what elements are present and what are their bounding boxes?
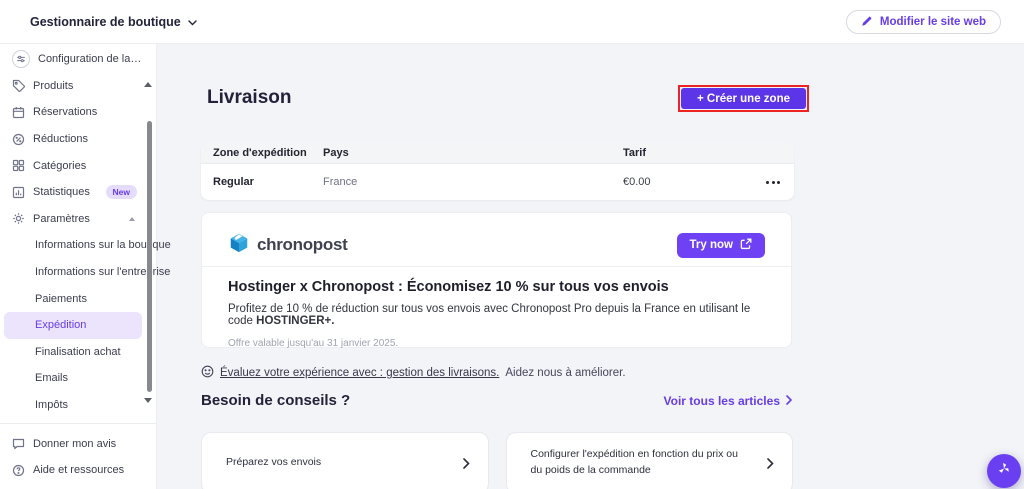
gear-icon bbox=[12, 212, 25, 225]
sliders-icon bbox=[12, 50, 30, 68]
try-now-button[interactable]: Try now bbox=[677, 233, 765, 258]
calendar-icon bbox=[12, 106, 25, 119]
chronopost-logo-icon bbox=[228, 232, 250, 259]
column-header-rate: Tarif bbox=[611, 147, 756, 159]
percent-circle-icon bbox=[12, 133, 25, 146]
edit-website-button[interactable]: Modifier le site web bbox=[846, 10, 1001, 34]
sidebar-item-discounts[interactable]: Réductions bbox=[0, 126, 156, 153]
sidebar-item-label: Réductions bbox=[33, 133, 88, 145]
scrollbar-up-arrow[interactable] bbox=[144, 82, 152, 87]
sidebar-subitem-taxes[interactable]: Impôts bbox=[0, 392, 156, 419]
advice-cards: Préparez vos envois Configurer l'expédit… bbox=[201, 432, 793, 489]
try-now-label: Try now bbox=[690, 239, 733, 251]
column-header-country: Pays bbox=[311, 147, 611, 159]
zone-name: Regular bbox=[201, 176, 311, 188]
column-header-zone: Zone d'expédition bbox=[201, 147, 311, 159]
scrollbar-thumb[interactable] bbox=[147, 121, 152, 392]
annotation-highlight: + Créer une zone bbox=[678, 85, 809, 112]
sidebar-item-label: Donner mon avis bbox=[33, 438, 116, 450]
new-badge: New bbox=[106, 185, 137, 199]
bar-chart-icon bbox=[12, 186, 25, 199]
sidebar-subitem-shipping-active[interactable]: Expédition bbox=[4, 312, 142, 339]
sidebar-item-products[interactable]: Produits bbox=[0, 73, 156, 100]
see-all-articles-link[interactable]: Voir tous les articles bbox=[664, 394, 793, 408]
chevron-down-icon bbox=[188, 15, 197, 29]
external-link-icon bbox=[740, 238, 752, 253]
collapse-up-icon[interactable] bbox=[129, 217, 135, 221]
assistant-chat-button[interactable] bbox=[987, 454, 1021, 488]
promo-heading: Hostinger x Chronopost : Économisez 10 %… bbox=[228, 279, 765, 295]
page-title: Livraison bbox=[207, 87, 291, 109]
sidebar-item-label: Paramètres bbox=[33, 213, 90, 225]
store-selector-dropdown[interactable]: Gestionnaire de boutique bbox=[30, 0, 197, 44]
sidebar-item-categories[interactable]: Catégories bbox=[0, 152, 156, 179]
advice-title: Besoin de conseils ? bbox=[201, 392, 350, 409]
promo-body: Profitez de 10 % de réduction sur tous v… bbox=[228, 303, 765, 327]
sidebar-item-label: Finalisation achat bbox=[35, 346, 121, 358]
store-manager-page: Gestionnaire de boutique Modifier le sit… bbox=[0, 0, 1024, 489]
topbar: Gestionnaire de boutique Modifier le sit… bbox=[0, 0, 1024, 44]
sidebar-item-label: Emails bbox=[35, 372, 68, 384]
chronopost-wordmark: chronopost bbox=[257, 235, 348, 255]
sidebar: Configuration de la boutique... Produits… bbox=[0, 44, 157, 489]
sidebar-item-label: Impôts bbox=[35, 399, 68, 411]
sidebar-item-settings[interactable]: Paramètres bbox=[0, 206, 156, 233]
sidebar-item-label: Produits bbox=[33, 80, 73, 92]
sidebar-subitem-emails[interactable]: Emails bbox=[0, 365, 156, 392]
chevron-right-icon bbox=[767, 458, 774, 469]
table-row[interactable]: Regular France €0.00 bbox=[201, 164, 794, 200]
row-menu-icon[interactable] bbox=[756, 181, 794, 184]
zone-country: France bbox=[311, 176, 611, 188]
sidebar-item-label: Réservations bbox=[33, 106, 97, 118]
promo-divider bbox=[202, 266, 791, 267]
store-selector-label: Gestionnaire de boutique bbox=[30, 15, 181, 29]
tag-icon bbox=[12, 79, 25, 92]
zone-rate: €0.00 bbox=[611, 176, 756, 188]
sidebar-subitem-payments[interactable]: Paiements bbox=[0, 285, 156, 312]
sidebar-subitem-store-information[interactable]: Informations sur la boutique bbox=[0, 232, 156, 259]
grid-icon bbox=[12, 159, 25, 172]
sidebar-item-give-feedback[interactable]: Donner mon avis bbox=[0, 430, 156, 457]
advice-card-label: Préparez vos envois bbox=[226, 455, 337, 471]
sidebar-subitem-company-information[interactable]: Informations sur l'entreprise bbox=[0, 259, 156, 286]
table-header-row: Zone d'expédition Pays Tarif bbox=[201, 142, 794, 164]
sidebar-item-label: Aide et ressources bbox=[33, 464, 124, 476]
advice-section-header: Besoin de conseils ? Voir tous les artic… bbox=[201, 392, 792, 409]
pencil-icon bbox=[861, 15, 873, 30]
advice-card-label: Configurer l'expédition en fonction du p… bbox=[531, 447, 768, 479]
sidebar-item-label: Expédition bbox=[35, 319, 86, 331]
chevron-right-icon bbox=[463, 458, 470, 469]
sidebar-item-label: Configuration de la boutique... bbox=[38, 53, 144, 65]
sidebar-item-label: Catégories bbox=[33, 160, 86, 172]
advice-card-configure-shipping[interactable]: Configurer l'expédition en fonction du p… bbox=[506, 432, 794, 489]
sidebar-item-reservations[interactable]: Réservations bbox=[0, 99, 156, 126]
promo-code: HOSTINGER+. bbox=[256, 315, 334, 327]
promo-expiry-note: Offre valable jusqu'au 31 janvier 2025. bbox=[228, 338, 765, 349]
sidebar-item-help-resources[interactable]: Aide et ressources bbox=[0, 457, 156, 484]
sidebar-subitem-checkout[interactable]: Finalisation achat bbox=[0, 339, 156, 366]
feedback-text: Aidez nous à améliorer. bbox=[505, 367, 625, 379]
sidebar-item-statistics[interactable]: Statistiques New bbox=[0, 179, 156, 206]
help-circle-icon bbox=[12, 464, 25, 477]
shipping-zones-table: Zone d'expédition Pays Tarif Regular Fra… bbox=[201, 142, 794, 200]
create-zone-button[interactable]: + Créer une zone bbox=[681, 88, 806, 109]
chevron-right-icon bbox=[786, 394, 792, 408]
see-all-articles-label: Voir tous les articles bbox=[664, 394, 781, 408]
feedback-link[interactable]: Évaluez votre expérience avec : gestion … bbox=[220, 367, 499, 379]
chronopost-promo-card: chronopost Try now Hostinger x Chronopos… bbox=[201, 212, 792, 348]
sidebar-item-label: Statistiques bbox=[33, 186, 90, 198]
scrollbar-down-arrow[interactable] bbox=[144, 398, 152, 403]
sidebar-divider bbox=[0, 423, 156, 424]
sidebar-item-label: Paiements bbox=[35, 293, 87, 305]
edit-website-label: Modifier le site web bbox=[880, 16, 986, 28]
kodee-icon bbox=[995, 460, 1013, 483]
smiley-icon bbox=[201, 365, 214, 381]
advice-card-prepare-shipments[interactable]: Préparez vos envois bbox=[201, 432, 489, 489]
speech-bubble-icon bbox=[12, 437, 25, 450]
sidebar-item-store-configuration[interactable]: Configuration de la boutique... bbox=[0, 46, 156, 73]
feedback-row: Évaluez votre expérience avec : gestion … bbox=[201, 365, 626, 381]
